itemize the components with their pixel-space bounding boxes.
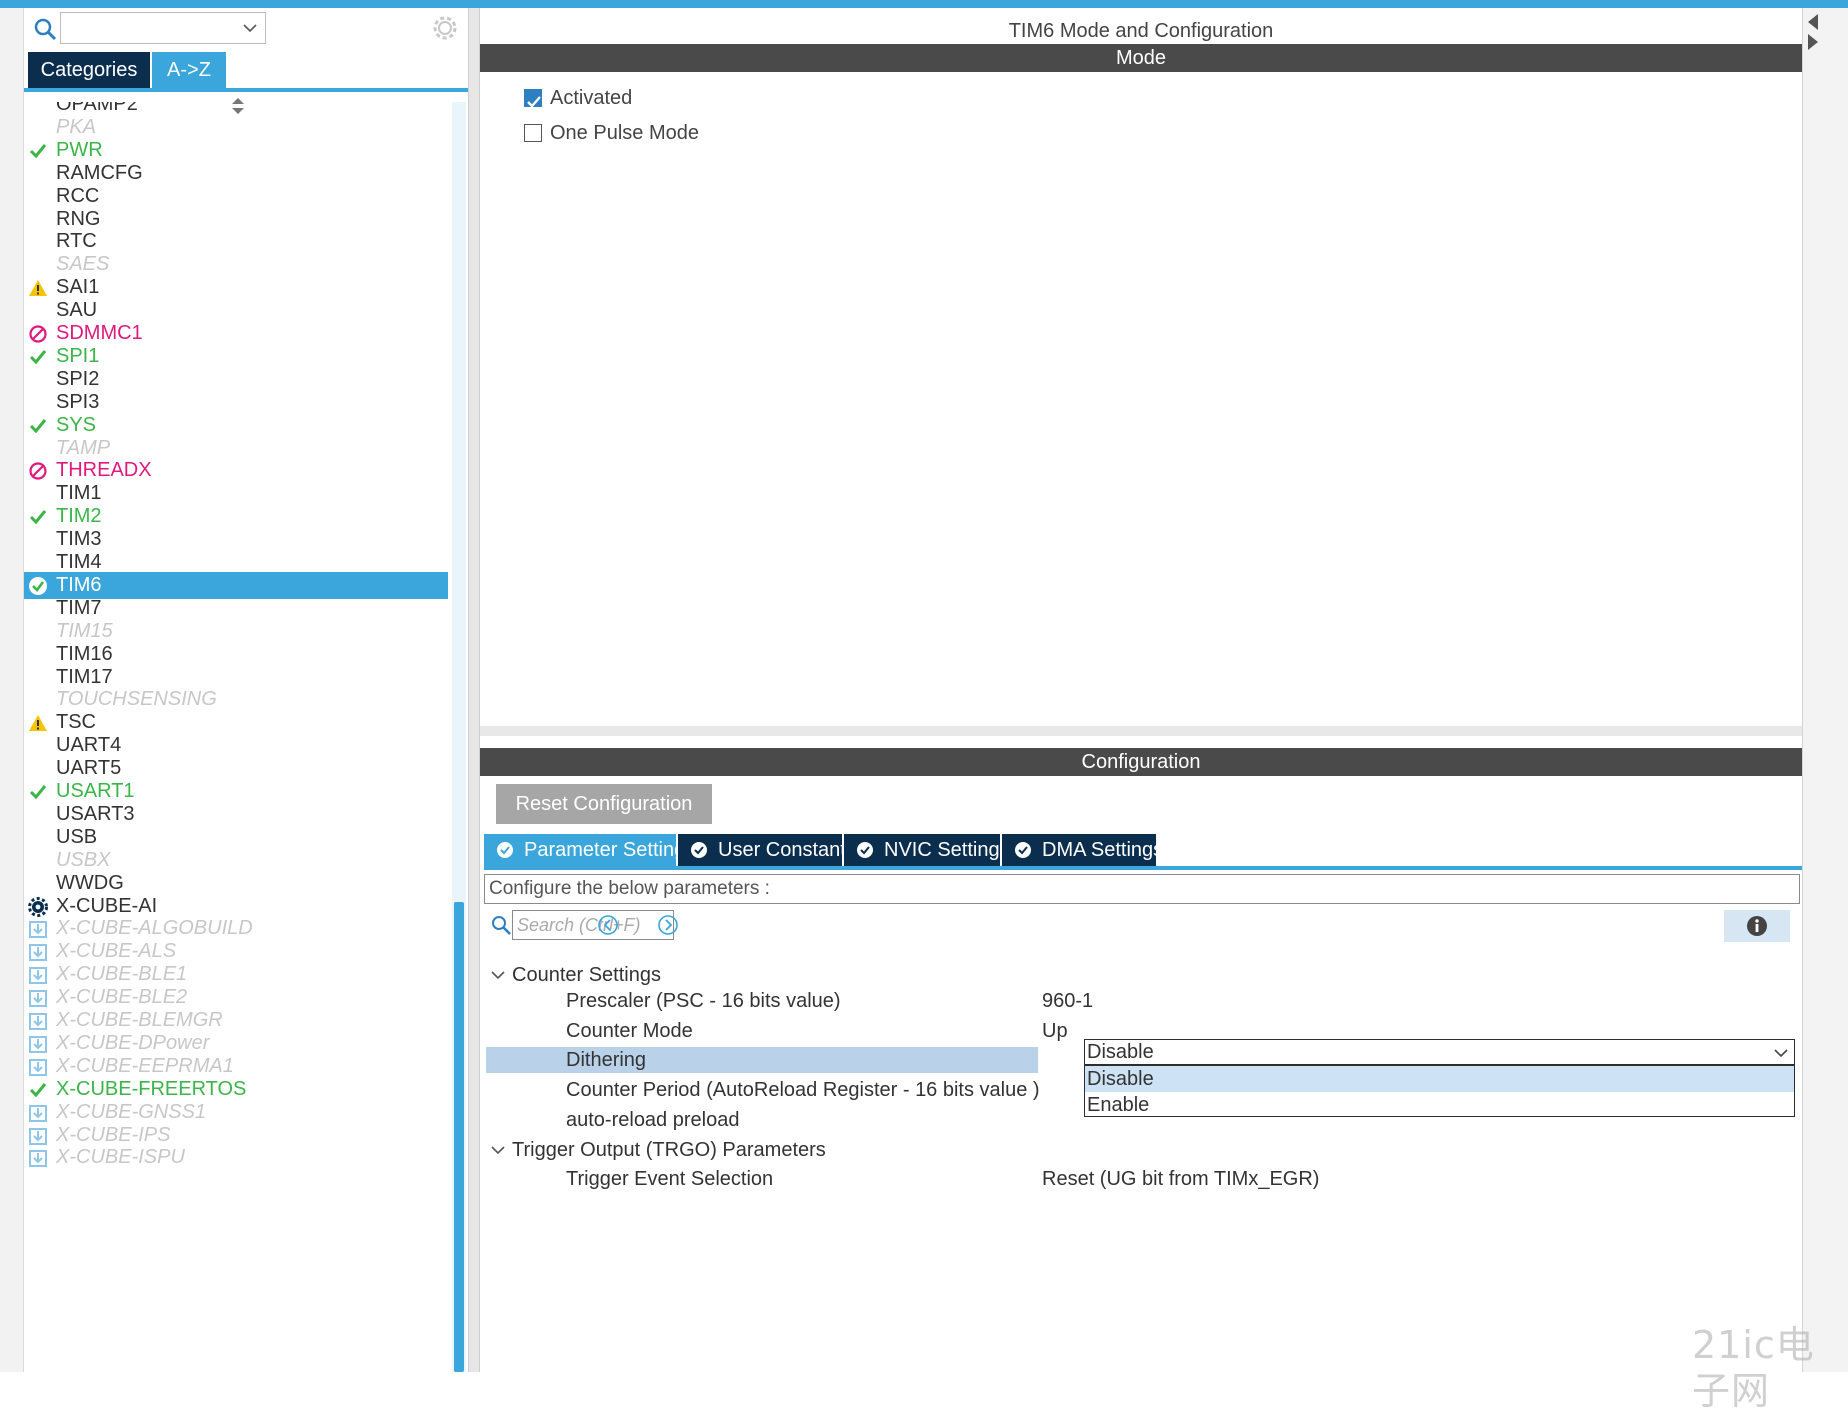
download-icon [29,1035,47,1053]
configuration-tabs: Parameter Settings User Constants NVIC S… [484,834,1802,870]
tab-user-constants[interactable]: User Constants [678,834,856,866]
param-row-prescaler[interactable]: Prescaler (PSC - 16 bits value) 960-1 [486,988,1802,1014]
peripheral-item-x-cube-ispu[interactable]: X-CUBE-ISPU [24,1144,448,1171]
check-icon [29,785,47,800]
download-icon [29,1127,47,1145]
peripheral-list-scrollbar[interactable] [452,102,466,1372]
previous-match-icon[interactable] [596,913,620,937]
param-value[interactable]: Reset (UG bit from TIMx_EGR) [1042,1166,1319,1192]
left-edge-strip [0,8,24,1372]
mode-config-divider[interactable] [480,726,1802,736]
param-name: auto-reload preload [566,1109,740,1131]
checkmark-icon [527,96,541,108]
check-circle-icon [857,842,873,858]
chevron-down-icon[interactable] [241,19,259,37]
download-icon [29,1013,47,1030]
download-icon [29,1104,47,1122]
tab-parameter-settings[interactable]: Parameter Settings [484,834,695,866]
tab-label: DMA Settings [1042,839,1164,861]
panel-splitter[interactable] [468,8,480,1372]
peripheral-search-bar [24,8,468,50]
check-icon [29,349,47,365]
right-side-margin [1802,8,1848,1372]
check-circle-icon [1015,842,1031,858]
tab-label: Parameter Settings [524,839,696,861]
download-icon [29,967,47,985]
check-icon [29,143,47,159]
page-title: TIM6 Mode and Configuration [1008,20,1274,42]
check-circle-icon [691,842,707,858]
dropdown-option-disable[interactable]: Disable [1085,1066,1794,1092]
peripheral-panel: Categories A->Z OPAMP2 PKA PWR RAMCFG RCC RNG… [24,8,468,1372]
param-name: Trigger Event Selection [566,1168,774,1190]
reset-configuration-button[interactable]: Reset Configuration [496,784,712,824]
watermark-logo: 21ic电子网 [1692,1323,1815,1413]
info-button[interactable] [1724,910,1790,942]
info-icon [1747,916,1767,936]
chevron-down-icon[interactable] [490,1142,506,1158]
check-icon [29,1082,47,1097]
prohibited-icon [29,462,47,480]
package-gear-icon [28,896,48,917]
top-accent-bar [0,0,1848,8]
dithering-options-list: Disable Enable [1084,1065,1795,1117]
param-value[interactable]: 960-1 [1042,988,1093,1014]
search-icon[interactable] [490,914,512,936]
configuration-description: Configure the below parameters : [484,874,1800,904]
warning-icon [29,715,47,732]
activated-checkbox[interactable] [524,89,542,108]
tab-label: NVIC Settings [884,839,1010,861]
config-panel: TIM6 Mode and Configuration Mode Activat… [480,8,1802,1372]
download-icon [29,944,47,962]
param-name: Prescaler (PSC - 16 bits value) [566,990,841,1012]
collapse-panel-icon[interactable] [1806,12,1818,52]
group-label: Trigger Output (TRGO) Parameters [512,1139,826,1161]
check-icon [29,510,47,525]
check-circle-icon [497,842,513,858]
download-icon [29,1150,47,1168]
mode-section-header: Mode [480,44,1802,72]
one-pulse-checkbox[interactable] [524,124,542,142]
chevron-down-icon[interactable] [1772,1044,1790,1062]
chevron-down-icon[interactable] [490,967,506,983]
view-tabs: Categories A->Z [24,52,468,92]
peripheral-item-label: X-CUBE-ISPU [56,1146,185,1169]
check-circle-icon [29,576,47,595]
activated-label: Activated [550,87,633,109]
download-icon [29,921,47,939]
search-icon[interactable] [32,16,58,42]
param-name: Dithering [566,1049,647,1071]
prohibited-icon [29,325,47,343]
gear-icon[interactable] [431,14,459,42]
tab-a-to-z[interactable]: A->Z [152,52,226,88]
param-name: Counter Mode [566,1020,693,1042]
dithering-select[interactable]: Disable [1084,1039,1795,1065]
peripheral-list: OPAMP2 PKA PWR RAMCFG RCC RNG RTC SAES SAI1 SAU SD… [24,102,448,1372]
tab-categories[interactable]: Categories [28,52,150,88]
dithering-selected-value: Disable [1087,1041,1154,1063]
configuration-section-header: Configuration [480,748,1802,776]
one-pulse-label: One Pulse Mode [550,122,699,144]
warning-icon [29,280,47,297]
check-icon [29,418,47,433]
download-icon [29,990,47,1008]
peripheral-search-combo[interactable] [60,12,266,44]
tab-dma-settings[interactable]: DMA Settings [1002,834,1163,866]
param-row-trigger-event-selection[interactable]: Trigger Event Selection Reset (UG bit fr… [486,1166,1802,1192]
param-value[interactable]: Up [1042,1018,1068,1044]
next-match-icon[interactable] [656,913,680,937]
dropdown-option-enable[interactable]: Enable [1085,1092,1794,1118]
parameter-search-input[interactable]: Search (Ctrl+F) [512,910,674,940]
param-name: Counter Period (AutoReload Register - 16… [566,1079,1040,1101]
group-label: Counter Settings [512,964,661,986]
tab-nvic-settings[interactable]: NVIC Settings [844,834,1010,866]
download-icon [29,1058,47,1076]
scrollbar-thumb[interactable] [454,902,464,1372]
tab-label: User Constants [718,839,856,861]
